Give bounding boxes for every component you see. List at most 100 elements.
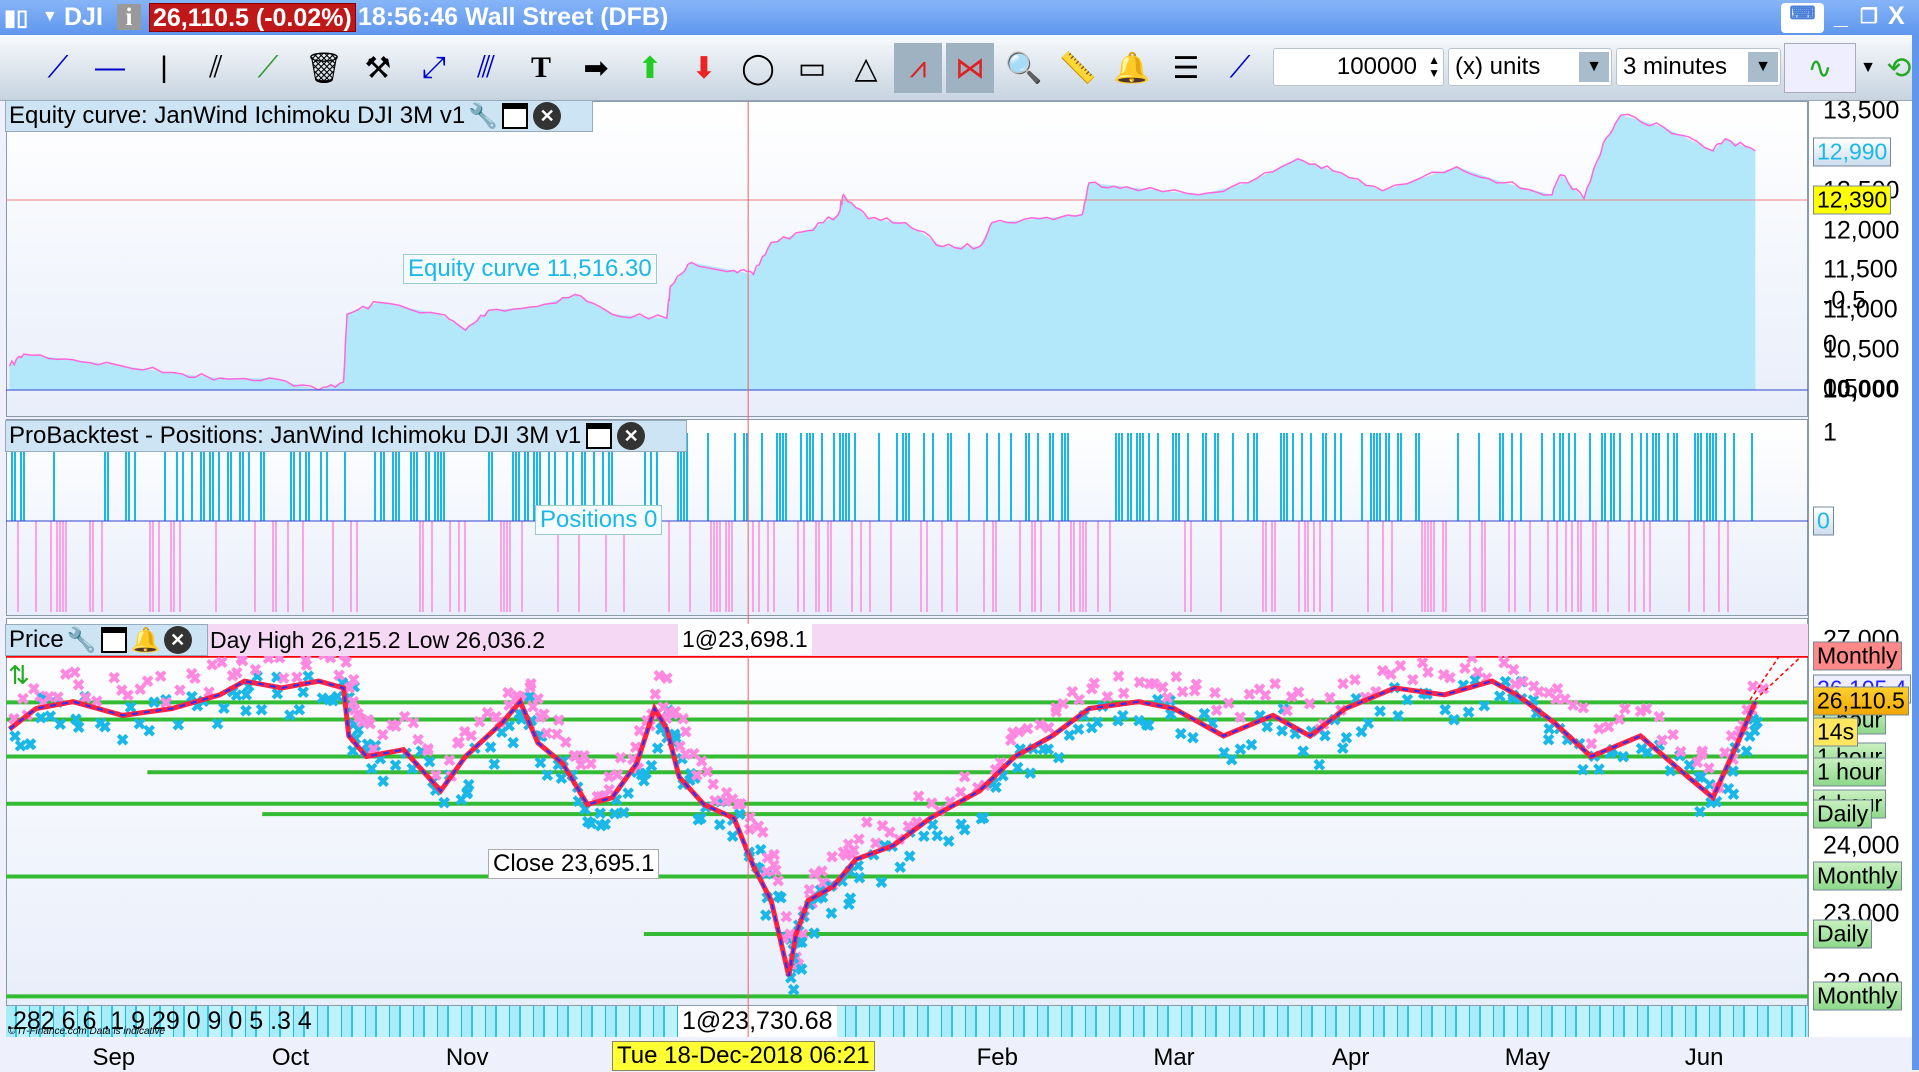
positions-tick: 0.5	[1823, 374, 1858, 403]
date-tick: Mar	[1153, 1044, 1195, 1071]
window-icon[interactable]	[502, 103, 529, 129]
bear-marker: ✖	[54, 717, 67, 734]
current-price-value: 26,110.5	[1813, 686, 1909, 716]
bear-marker: ✖	[297, 685, 310, 702]
equity-crosshair-value: 12,390	[1813, 185, 1892, 215]
alert-bell-icon[interactable]: 🔔	[131, 626, 161, 654]
bear-marker: ✖	[293, 702, 306, 719]
bull-marker: ✖	[1088, 676, 1101, 693]
bull-marker: ✖	[852, 832, 865, 849]
countdown-value: 14s	[1813, 717, 1859, 747]
swap-arrows-icon[interactable]: ⇅	[8, 660, 30, 691]
bear-marker: ✖	[98, 720, 111, 737]
bull-marker: ✖	[154, 669, 167, 686]
date-tick: Feb	[976, 1044, 1018, 1071]
close-icon[interactable]: ✕	[617, 422, 646, 450]
date-tick: Apr	[1332, 1044, 1370, 1071]
equity-last-value: 12,990	[1813, 137, 1892, 167]
bull-marker: ✖	[361, 713, 374, 730]
bear-marker: ✖	[1142, 718, 1155, 735]
bear-marker: ✖	[255, 703, 268, 720]
bear-marker: ✖	[24, 737, 37, 754]
bear-marker: ✖	[1592, 762, 1605, 779]
equity-value-label: Equity curve 11,516.30	[403, 254, 657, 284]
bull-marker: ✖	[958, 770, 971, 787]
bear-marker: ✖	[1391, 709, 1404, 726]
bull-marker: ✖	[1653, 710, 1666, 727]
bull-marker: ✖	[1757, 682, 1770, 699]
bear-marker: ✖	[713, 817, 726, 834]
bull-marker: ✖	[300, 658, 313, 675]
bull-marker: ✖	[249, 662, 262, 679]
bear-marker: ✖	[1011, 761, 1024, 778]
bear-marker: ✖	[1401, 692, 1414, 709]
wrench-icon[interactable]: 🔧	[468, 102, 498, 130]
equity-tick: 12,000	[1823, 216, 1900, 245]
bull-marker: ✖	[141, 674, 154, 691]
date-tick: Nov	[445, 1044, 489, 1071]
bear-marker: ✖	[903, 849, 916, 866]
level-label: Daily	[1813, 799, 1873, 829]
bear-marker: ✖	[1245, 737, 1258, 754]
equity-area	[9, 115, 1756, 390]
bull-marker: ✖	[706, 777, 719, 794]
bear-marker: ✖	[1373, 704, 1386, 721]
close-icon[interactable]: ✕	[163, 626, 192, 654]
bear-marker: ✖	[438, 795, 451, 812]
top-quote: 1@23,698.1	[678, 624, 812, 655]
window-icon[interactable]	[100, 627, 127, 653]
bear-marker: ✖	[116, 732, 129, 749]
day-high-low: Day High 26,215.2 Low 26,036.2	[210, 627, 546, 653]
bear-marker: ✖	[1313, 757, 1326, 774]
price-tick: 24,000	[1823, 831, 1900, 860]
bull-marker: ✖	[537, 707, 550, 724]
bear-marker: ✖	[958, 823, 971, 840]
bear-marker: ✖	[787, 982, 800, 999]
bear-marker: ✖	[942, 834, 955, 851]
bear-marker: ✖	[844, 891, 857, 908]
price-panel-title: Price	[9, 626, 64, 653]
level-label: Monthly	[1813, 861, 1902, 891]
bear-marker: ✖	[72, 720, 85, 737]
bull-marker: ✖	[1208, 686, 1221, 703]
bull-marker: ✖	[1674, 745, 1687, 762]
level-label: Daily	[1813, 919, 1873, 949]
bull-marker: ✖	[679, 724, 692, 741]
bull-marker: ✖	[584, 756, 597, 773]
bear-marker: ✖	[217, 701, 230, 718]
bull-marker: ✖	[912, 789, 925, 806]
bull-marker: ✖	[421, 741, 434, 758]
date-tick: Jun	[1684, 1044, 1724, 1071]
bull-marker: ✖	[1618, 702, 1631, 719]
bear-marker: ✖	[1296, 744, 1309, 761]
bear-marker: ✖	[488, 757, 501, 774]
wrench-icon[interactable]: 🔧	[67, 626, 97, 654]
bear-marker: ✖	[1091, 715, 1104, 732]
bull-marker: ✖	[756, 825, 769, 842]
bear-marker: ✖	[1052, 750, 1065, 767]
chart-canvas[interactable]: ✖ ✖ ✖ ✖ ✖ ✖ ✖ ✖ ✖ ✖ ✖ ✖ ✖ ✖ ✖ ✖ ✖ ✖ ✖ ✖ ✖ ✖ ✖ ✖ ✖ ✖ ✖ ✖ ✖ ✖ ✖ ✖ ✖ ✖ ✖ ✖ ✖ ✖ ✖ ✖…	[0, 0, 1919, 1070]
bear-marker: ✖	[1024, 766, 1037, 783]
window-icon[interactable]	[586, 423, 613, 449]
equity-tick: 11,500	[1823, 255, 1898, 284]
bull-marker: ✖	[1577, 701, 1590, 718]
bear-marker: ✖	[211, 717, 224, 734]
date-tick: Sep	[92, 1044, 136, 1071]
level-label: 1 hour	[1813, 757, 1887, 787]
bear-marker: ✖	[825, 906, 838, 923]
bear-marker: ✖	[1617, 750, 1630, 767]
crosshair-date: Tue 18-Dec-2018 06:21	[612, 1041, 875, 1071]
close-icon[interactable]: ✕	[533, 102, 562, 130]
bull-marker: ✖	[1190, 677, 1203, 694]
bear-marker: ✖	[853, 871, 866, 888]
bear-marker: ✖	[1751, 715, 1764, 732]
bull-marker: ✖	[772, 874, 785, 891]
bull-marker: ✖	[1421, 665, 1434, 682]
positions-last-value: 0	[1813, 506, 1834, 536]
bear-marker: ✖	[977, 811, 990, 828]
positions-value-label: Positions 0	[535, 505, 663, 535]
window-border	[1912, 35, 1919, 1070]
bull-marker: ✖	[1666, 727, 1679, 744]
bull-marker: ✖	[1348, 672, 1361, 689]
bull-marker: ✖	[188, 671, 201, 688]
